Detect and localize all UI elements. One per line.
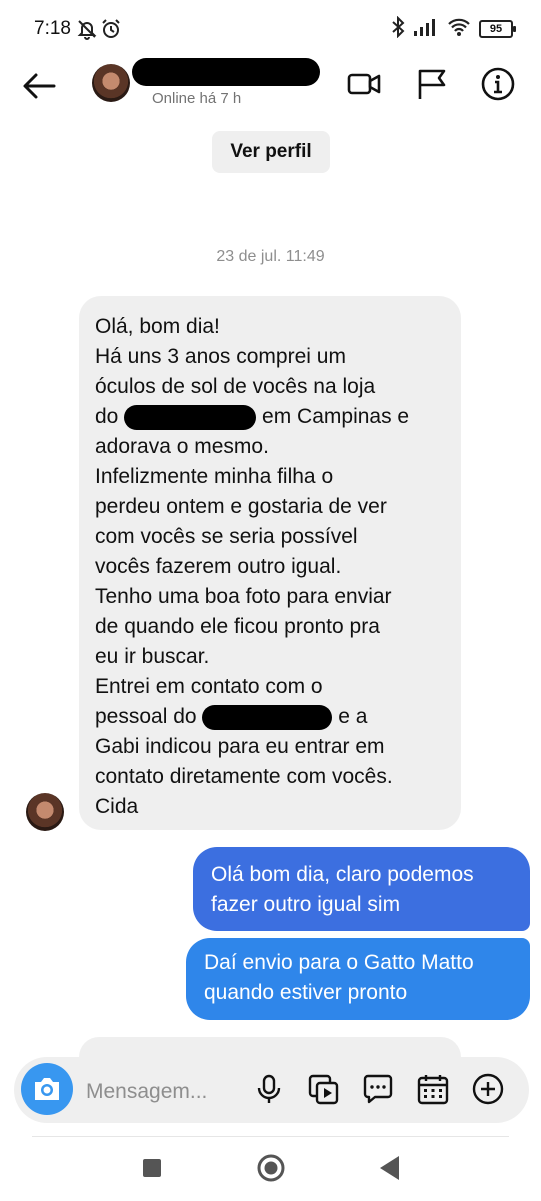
microphone-button[interactable] bbox=[252, 1072, 286, 1106]
message-line: Olá, bom dia! bbox=[95, 315, 220, 338]
gallery-button[interactable] bbox=[306, 1072, 340, 1106]
wifi-icon bbox=[447, 17, 471, 42]
signal-icon bbox=[413, 17, 439, 42]
message-fragment: e a bbox=[338, 705, 368, 728]
alarm-icon bbox=[100, 18, 122, 45]
home-button[interactable] bbox=[251, 1148, 291, 1188]
message-line: de quando ele ficou pronto pra bbox=[95, 615, 380, 638]
message-line: Cida bbox=[95, 795, 139, 818]
message-line: contato diretamente com vocês. bbox=[95, 765, 393, 788]
message-line: quando estiver pronto bbox=[204, 981, 408, 1004]
home-icon bbox=[257, 1154, 285, 1182]
calendar-icon bbox=[417, 1075, 449, 1105]
calendar-button[interactable] bbox=[416, 1072, 450, 1106]
incoming-message-bubble[interactable]: Olá, bom dia! Há uns 3 anos comprei um ó… bbox=[79, 296, 461, 830]
contact-name-redacted[interactable] bbox=[132, 58, 320, 86]
message-line: Gabi indicou para eu entrar em bbox=[95, 735, 385, 758]
do-not-disturb-icon bbox=[76, 18, 98, 45]
message-line: Infelizmente minha filha o bbox=[95, 465, 334, 488]
message-line: perdeu ontem e gostaria de ver bbox=[95, 495, 387, 518]
message-line: Daí envio para o Gatto Matto bbox=[204, 951, 474, 974]
chat-bubble-icon bbox=[363, 1074, 393, 1104]
divider bbox=[32, 1136, 509, 1137]
redacted-text bbox=[124, 404, 257, 430]
message-input[interactable] bbox=[84, 1072, 248, 1112]
sticker-chat-button[interactable] bbox=[361, 1072, 395, 1106]
message-line: vocês fazerem outro igual. bbox=[95, 555, 342, 578]
redacted-text bbox=[202, 704, 333, 730]
video-call-button[interactable] bbox=[346, 66, 382, 102]
add-icon bbox=[472, 1073, 504, 1105]
back-arrow-icon bbox=[23, 73, 56, 99]
message-line: Entrei em contato com o bbox=[95, 675, 323, 698]
microphone-icon bbox=[257, 1074, 281, 1103]
back-button[interactable] bbox=[18, 64, 62, 108]
battery-icon: 95 bbox=[479, 20, 516, 38]
recents-icon bbox=[143, 1159, 161, 1177]
message-line: Há uns 3 anos comprei um bbox=[95, 345, 346, 368]
status-bar: 7:18 95 bbox=[0, 0, 541, 60]
message-fragment: pessoal do bbox=[95, 705, 197, 728]
video-call-icon bbox=[347, 73, 381, 95]
nav-back-button[interactable] bbox=[370, 1148, 410, 1188]
flag-icon bbox=[418, 69, 446, 99]
outgoing-message-bubble[interactable]: Daí envio para o Gatto Matto quando esti… bbox=[186, 938, 530, 1020]
camera-icon bbox=[35, 1078, 59, 1100]
contact-avatar[interactable] bbox=[92, 64, 130, 102]
status-right-group: 95 bbox=[391, 15, 516, 43]
message-line: óculos de sol de vocês na loja bbox=[95, 375, 376, 398]
outgoing-message-bubble[interactable]: Olá bom dia, claro podemos fazer outro i… bbox=[193, 847, 530, 931]
message-fragment: do bbox=[95, 405, 119, 428]
status-time: 7:18 bbox=[34, 18, 71, 39]
online-status: Online há 7 h bbox=[152, 90, 242, 107]
message-fragment: em Campinas e bbox=[262, 405, 410, 428]
message-line: do em Campinas e bbox=[95, 402, 445, 432]
view-profile-button[interactable]: Ver perfil bbox=[212, 131, 330, 173]
back-icon bbox=[380, 1156, 399, 1180]
message-line: Tenho uma boa foto para enviar bbox=[95, 585, 392, 608]
incoming-message-text: Olá, bom dia! Há uns 3 anos comprei um ó… bbox=[95, 312, 445, 822]
bluetooth-icon bbox=[391, 15, 405, 43]
message-line: adorava o mesmo. bbox=[95, 435, 269, 458]
report-flag-button[interactable] bbox=[414, 66, 450, 102]
message-line: Olá bom dia, claro podemos bbox=[211, 863, 474, 886]
message-line: fazer outro igual sim bbox=[211, 893, 401, 916]
recents-button[interactable] bbox=[132, 1148, 172, 1188]
message-line: eu ir buscar. bbox=[95, 645, 210, 668]
camera-button[interactable] bbox=[21, 1063, 73, 1115]
sender-avatar[interactable] bbox=[26, 793, 64, 831]
message-line: com vocês se seria possível bbox=[95, 525, 358, 548]
message-line: pessoal do e a bbox=[95, 702, 445, 732]
info-icon bbox=[481, 67, 515, 101]
add-more-button[interactable] bbox=[471, 1072, 505, 1106]
info-button[interactable] bbox=[480, 66, 516, 102]
message-timestamp: 23 de jul. 11:49 bbox=[216, 248, 325, 265]
gallery-icon bbox=[308, 1074, 339, 1105]
